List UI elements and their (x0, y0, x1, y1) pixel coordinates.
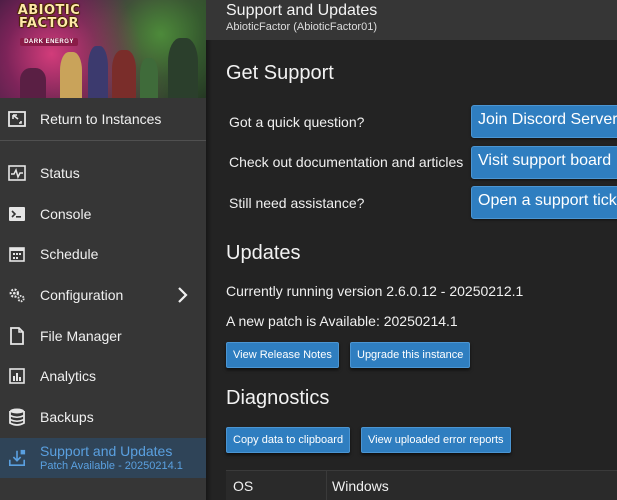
patch-available-label: Patch Available - 20250214.1 (40, 460, 183, 472)
patch-available-text: A new patch is Available: 20250214.1 (226, 313, 458, 329)
sidebar-item-status[interactable]: Status (0, 153, 206, 193)
gear-icon (8, 286, 26, 304)
sidebar-item-file-manager[interactable]: File Manager (0, 316, 206, 356)
sidebar-item-configuration[interactable]: Configuration (0, 275, 206, 315)
get-support-heading: Get Support (226, 62, 334, 84)
schedule-icon (8, 245, 26, 263)
instance-subtitle: AbioticFactor (AbioticFactor01) (226, 21, 377, 33)
sidebar-item-label: Backups (40, 409, 94, 425)
sidebar-item-schedule[interactable]: Schedule (0, 234, 206, 274)
page-title: Support and Updates (226, 2, 378, 19)
analytics-icon (8, 367, 26, 385)
sidebar-item-label: File Manager (40, 328, 122, 344)
sidebar-item-label: Support and Updates (40, 443, 173, 459)
panel-shadow (206, 40, 212, 500)
return-to-instances-button[interactable]: Return to Instances (0, 98, 206, 139)
view-error-reports-button[interactable]: View uploaded error reports (361, 427, 511, 453)
return-icon (8, 110, 26, 128)
diagnostic-value: Windows (332, 478, 389, 494)
database-icon (8, 408, 26, 426)
sidebar-item-label: Console (40, 206, 92, 222)
table-row: OS Windows (226, 470, 617, 500)
sidebar-item-label: Status (40, 165, 80, 181)
sidebar-divider (0, 140, 206, 141)
open-support-ticket-button[interactable]: Open a support ticket (471, 186, 617, 219)
support-question: Got a quick question? (229, 114, 365, 130)
status-icon (8, 164, 26, 182)
current-version-text: Currently running version 2.6.0.12 - 202… (226, 283, 524, 299)
sidebar-item-label: Analytics (40, 368, 97, 384)
logo-text-line2: FACTOR (19, 16, 79, 31)
visit-support-board-button[interactable]: Visit support board (471, 146, 617, 179)
diagnostics-heading: Diagnostics (226, 387, 330, 409)
main-content: Get Support Got a quick question? Join D… (206, 40, 617, 500)
logo-subtitle: DARK ENERGY (20, 38, 78, 46)
game-logo: ABIOTIC FACTOR DARK ENERGY (8, 4, 90, 48)
copy-to-clipboard-button[interactable]: Copy data to clipboard (226, 427, 351, 453)
sidebar-item-console[interactable]: Console (0, 194, 206, 234)
upgrade-instance-button[interactable]: Upgrade this instance (350, 342, 471, 368)
support-question: Still need assistance? (229, 195, 365, 211)
sidebar-item-backups[interactable]: Backups (0, 397, 206, 437)
game-banner: ABIOTIC FACTOR DARK ENERGY (0, 0, 206, 98)
file-icon (8, 327, 26, 345)
sidebar-item-analytics[interactable]: Analytics (0, 356, 206, 396)
sidebar-item-support-and-updates[interactable]: Support and Updates Patch Available - 20… (0, 438, 206, 478)
page-header: Support and Updates AbioticFactor (Abiot… (206, 0, 617, 40)
column-divider (326, 471, 327, 500)
support-question: Check out documentation and articles (229, 154, 464, 170)
updates-heading: Updates (226, 242, 301, 264)
sidebar: ABIOTIC FACTOR DARK ENERGY Return to Ins… (0, 0, 206, 500)
console-icon (8, 205, 26, 223)
return-label: Return to Instances (40, 110, 162, 127)
chevron-right-icon[interactable] (173, 286, 191, 304)
sidebar-item-label: Configuration (40, 287, 124, 303)
join-discord-button[interactable]: Join Discord Server (471, 105, 617, 138)
view-release-notes-button[interactable]: View Release Notes (226, 342, 339, 368)
diagnostic-key: OS (233, 478, 254, 494)
sidebar-item-label: Schedule (40, 246, 99, 262)
download-icon (8, 449, 26, 467)
